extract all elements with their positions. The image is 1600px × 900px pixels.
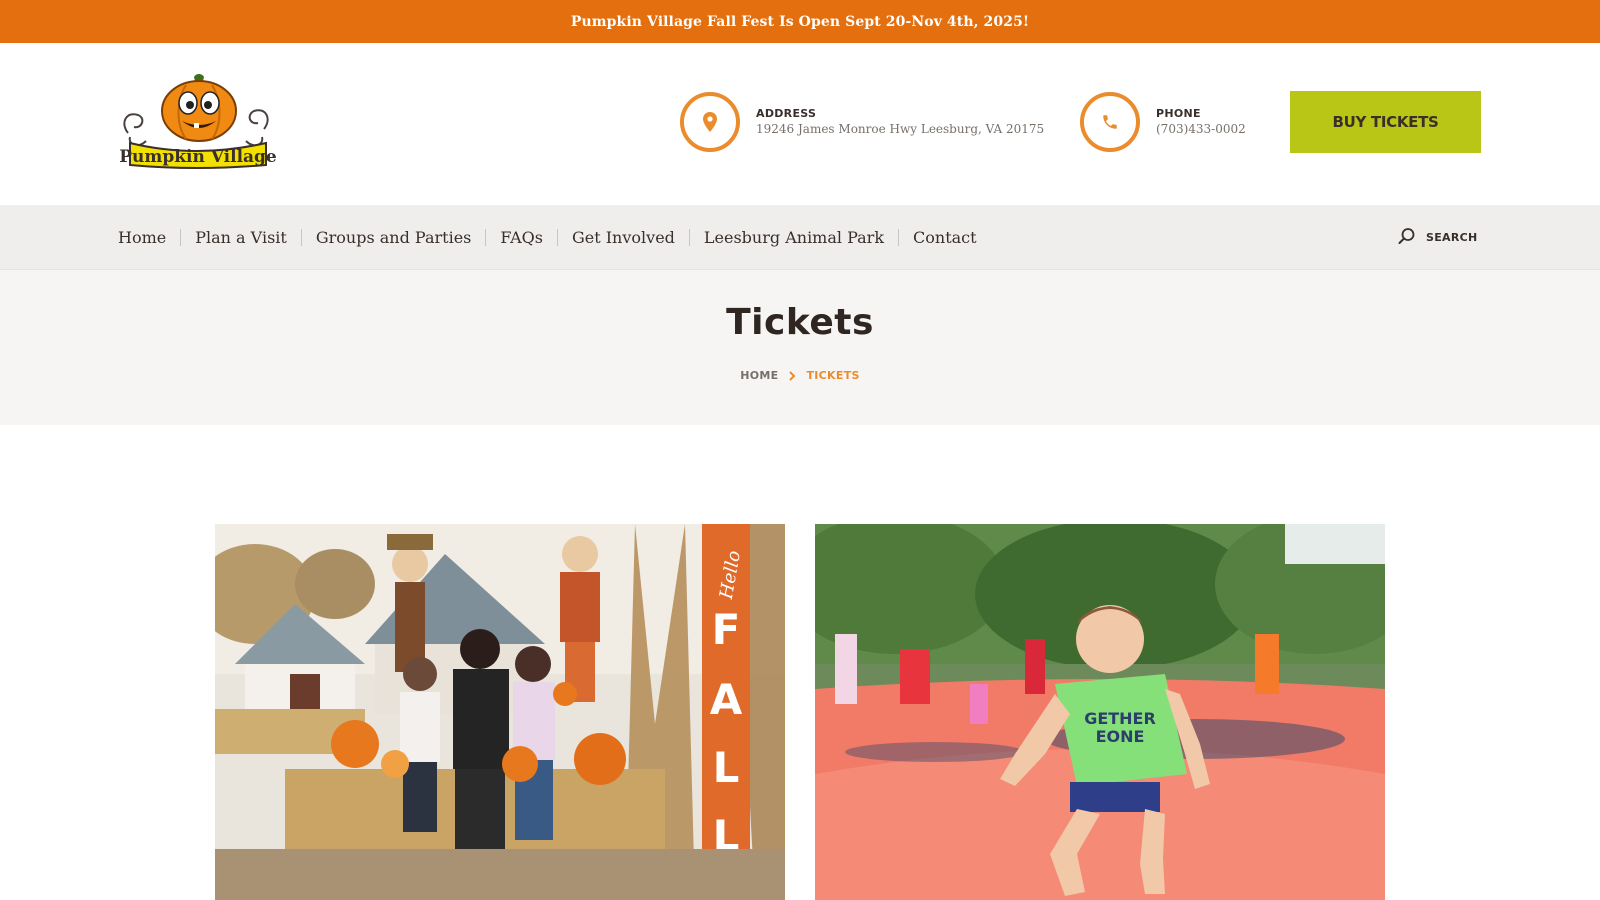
phone-label: PHONE xyxy=(1156,107,1201,120)
nav-divider xyxy=(688,229,690,246)
nav-item-get-involved[interactable]: Get Involved xyxy=(572,228,675,247)
breadcrumb: HOME TICKETS xyxy=(0,369,1600,382)
svg-text:EONE: EONE xyxy=(1096,727,1145,746)
search-icon xyxy=(1398,227,1416,249)
svg-text:L: L xyxy=(713,743,740,792)
site-header: Pumpkin Village ADDRESS 19246 James Monr… xyxy=(0,43,1600,205)
svg-text:F: F xyxy=(712,605,741,654)
address-label: ADDRESS xyxy=(756,107,817,120)
nav-divider xyxy=(485,229,487,246)
address-block: ADDRESS 19246 James Monroe Hwy Leesburg,… xyxy=(680,92,1044,152)
search-button[interactable]: SEARCH xyxy=(1398,205,1478,270)
address-value: 19246 James Monroe Hwy Leesburg, VA 2017… xyxy=(756,122,1045,136)
main-nav: Home Plan a Visit Groups and Parties FAQ… xyxy=(0,205,1600,270)
buy-tickets-button[interactable]: BUY TICKETS xyxy=(1290,91,1481,153)
svg-text:GETHER: GETHER xyxy=(1084,709,1156,728)
breadcrumb-home[interactable]: HOME xyxy=(740,369,778,382)
nav-item-home[interactable]: Home xyxy=(118,228,166,247)
phone-icon xyxy=(1080,92,1140,152)
map-pin-icon xyxy=(680,92,740,152)
nav-divider xyxy=(898,229,900,246)
phone-block[interactable]: PHONE (703)433-0002 xyxy=(1080,92,1246,152)
buy-tickets-label: BUY TICKETS xyxy=(1332,113,1439,131)
site-logo[interactable]: Pumpkin Village xyxy=(116,71,277,171)
photo-family-fall-display: Hello F A L L xyxy=(215,524,785,900)
phone-value[interactable]: (703)433-0002 xyxy=(1156,121,1246,138)
breadcrumb-current: TICKETS xyxy=(806,369,860,382)
nav-item-faqs[interactable]: FAQs xyxy=(500,228,543,247)
nav-item-leesburg-animal-park[interactable]: Leesburg Animal Park xyxy=(704,228,884,247)
nav-item-groups-and-parties[interactable]: Groups and Parties xyxy=(316,228,472,247)
search-label: SEARCH xyxy=(1426,231,1478,244)
logo-text: Pumpkin Village xyxy=(119,147,276,167)
announcement-text: Pumpkin Village Fall Fest Is Open Sept 2… xyxy=(570,13,1030,30)
nav-divider xyxy=(180,229,182,246)
nav-item-contact[interactable]: Contact xyxy=(913,228,977,247)
nav-divider xyxy=(556,229,558,246)
nav-item-plan-a-visit[interactable]: Plan a Visit xyxy=(195,228,287,247)
photo-boy-jump-pillow: GETHER EONE xyxy=(815,524,1385,900)
chevron-right-icon xyxy=(788,370,796,381)
svg-text:A: A xyxy=(710,675,743,724)
announcement-bar: Pumpkin Village Fall Fest Is Open Sept 2… xyxy=(0,0,1600,43)
page-hero: Tickets HOME TICKETS xyxy=(0,270,1600,425)
page-title: Tickets xyxy=(726,302,874,343)
nav-divider xyxy=(300,229,302,246)
